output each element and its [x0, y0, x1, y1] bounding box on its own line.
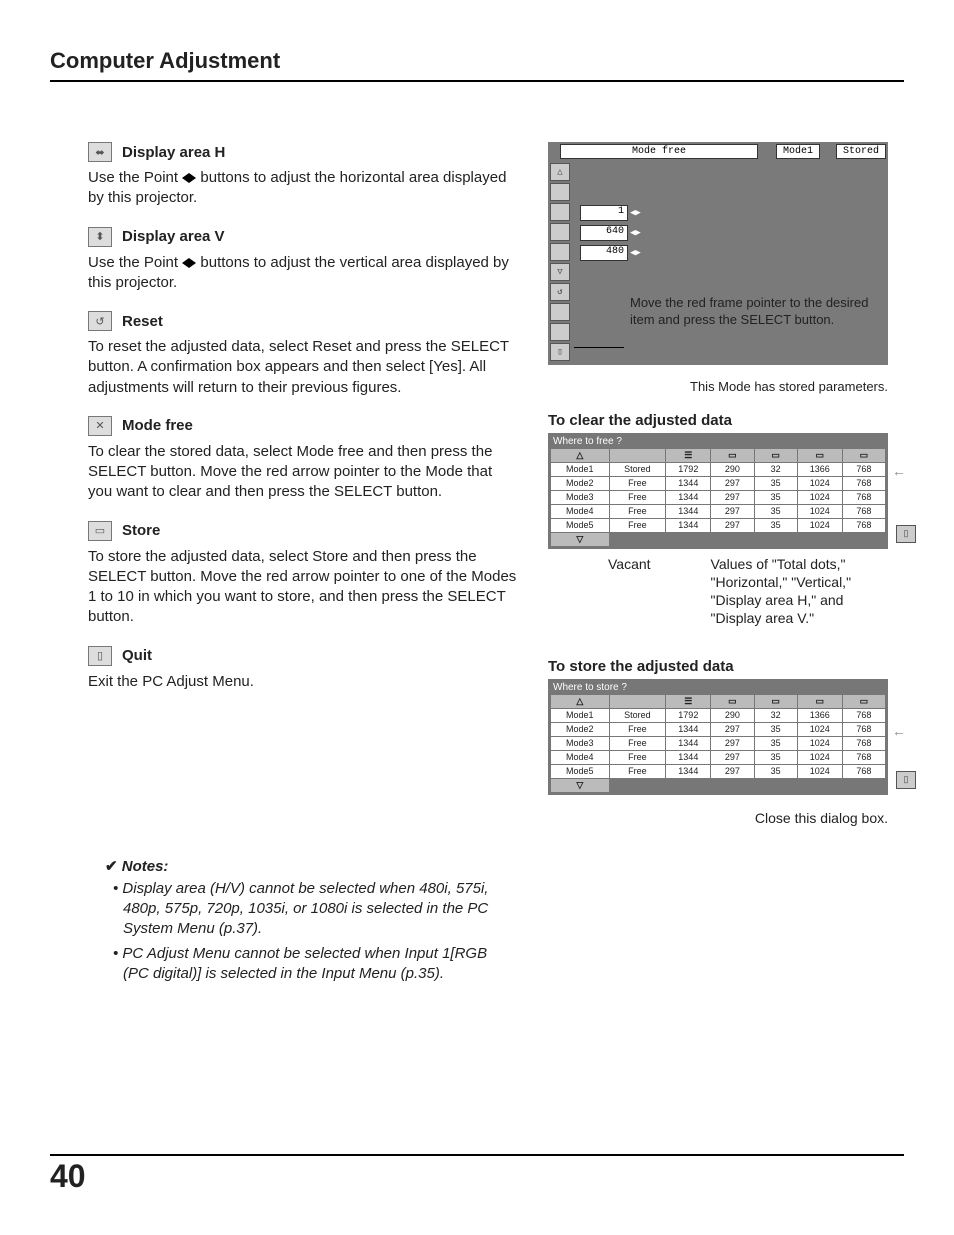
adjust-arrows-icon[interactable]: ◀▶: [630, 228, 641, 238]
section-body: Use the Point buttons to adjust the vert…: [88, 253, 518, 294]
clear-heading: To clear the adjusted data: [548, 412, 888, 429]
menu-sidebar: △ ▽ ↺ ▯: [548, 161, 572, 365]
callout-values: Values of "Total dots," "Horizontal," "V…: [711, 555, 871, 628]
display-area-v-icon[interactable]: [550, 243, 570, 261]
pointer-arrow-icon: ←: [892, 723, 906, 739]
table-row[interactable]: Mode4Free1344297351024768: [551, 750, 886, 764]
mode-free-icon[interactable]: [550, 303, 570, 321]
mode-free-icon: ✕: [88, 416, 112, 436]
page-title: Computer Adjustment: [0, 0, 954, 80]
section-body: To reset the adjusted data, select Reset…: [88, 337, 518, 398]
adjust-arrows-icon[interactable]: ◀▶: [630, 248, 641, 258]
mode-table: △☰▭▭▭▭ Mode1Stored1792290321366768 Mode2…: [550, 694, 886, 793]
where-to-store-dialog: Where to store ? △☰▭▭▭▭ Mode1Stored17922…: [548, 679, 888, 795]
pointer-arrow-icon: ←: [892, 463, 906, 479]
reset-icon[interactable]: ↺: [550, 283, 570, 301]
section-body: To clear the stored data, select Mode fr…: [88, 442, 518, 503]
table-row[interactable]: Mode1Stored1792290321366768: [551, 708, 886, 722]
pc-adjust-menu-panel: Mode free Mode1 Stored △ ▽ ↺ ▯: [548, 142, 888, 365]
tab-mode-free[interactable]: Mode free: [560, 144, 758, 159]
scroll-up-icon[interactable]: △: [551, 448, 610, 462]
section-body: Use the Point buttons to adjust the hori…: [88, 168, 518, 209]
store-icon: ▭: [88, 521, 112, 541]
page-number: 40: [50, 1156, 904, 1195]
table-row[interactable]: Mode3Free1344297351024768: [551, 736, 886, 750]
quit-icon[interactable]: ▯: [896, 525, 916, 543]
triangle-left-icon: [182, 173, 189, 183]
table-row[interactable]: Mode3Free1344297351024768: [551, 490, 886, 504]
display-area-v-icon: ⬍: [88, 227, 112, 247]
section-title: Reset: [122, 313, 163, 330]
section-title: Quit: [122, 647, 152, 664]
value-field[interactable]: 480: [580, 245, 628, 261]
display-area-h-icon[interactable]: [550, 223, 570, 241]
value-field[interactable]: 640: [580, 225, 628, 241]
scroll-up-icon[interactable]: △: [550, 163, 570, 181]
dialog-title: Where to free ?: [550, 435, 886, 448]
section-title: Display area H: [122, 144, 225, 161]
table-row[interactable]: Mode5Free1344297351024768: [551, 518, 886, 532]
section-body: Exit the PC Adjust Menu.: [88, 672, 518, 692]
note-item: Display area (H/V) cannot be selected wh…: [123, 879, 490, 940]
section-title: Mode free: [122, 417, 193, 434]
note-item: PC Adjust Menu cannot be selected when I…: [123, 944, 490, 985]
stored-mode-note: This Mode has stored parameters.: [548, 371, 888, 398]
quit-icon[interactable]: ▯: [550, 343, 570, 361]
store-icon[interactable]: [550, 323, 570, 341]
table-row[interactable]: Mode4Free1344297351024768: [551, 504, 886, 518]
tab-stored[interactable]: Stored: [836, 144, 886, 159]
store-heading: To store the adjusted data: [548, 658, 888, 675]
scroll-down-icon[interactable]: ▽: [550, 263, 570, 281]
adjust-arrows-icon[interactable]: ◀▶: [630, 208, 641, 218]
table-row[interactable]: Mode2Free1344297351024768: [551, 476, 886, 490]
table-row[interactable]: Mode2Free1344297351024768: [551, 722, 886, 736]
scroll-up-icon[interactable]: △: [551, 694, 610, 708]
section-body: To store the adjusted data, select Store…: [88, 547, 518, 628]
callout-vacant: Vacant: [608, 555, 651, 628]
section-title: Display area V: [122, 228, 225, 245]
panel-note-text: Move the red frame pointer to the desire…: [580, 295, 880, 329]
right-column: Mode free Mode1 Stored △ ▽ ↺ ▯: [548, 142, 888, 827]
value-field[interactable]: 1: [580, 205, 628, 221]
notes-heading: Notes:: [105, 857, 490, 875]
tab-mode1[interactable]: Mode1: [776, 144, 820, 159]
triangle-left-icon: [182, 258, 189, 268]
menu-item-icon[interactable]: [550, 203, 570, 221]
where-to-free-dialog: Where to free ? △☰▭▭▭▭ Mode1Stored179229…: [548, 433, 888, 549]
page-footer: 40: [50, 1154, 904, 1195]
notes-block: Notes: Display area (H/V) cannot be sele…: [0, 827, 540, 984]
left-column: ⬌ Display area H Use the Point buttons t…: [88, 142, 518, 827]
dialog-title: Where to store ?: [550, 681, 886, 694]
scroll-down-icon[interactable]: ▽: [551, 532, 610, 546]
quit-icon[interactable]: ▯: [896, 771, 916, 789]
scroll-down-icon[interactable]: ▽: [551, 778, 610, 792]
menu-item-icon[interactable]: [550, 183, 570, 201]
display-area-h-icon: ⬌: [88, 142, 112, 162]
table-row[interactable]: Mode1Stored1792290321366768: [551, 462, 886, 476]
quit-icon: ▯: [88, 646, 112, 666]
section-title: Store: [122, 522, 160, 539]
mode-table: △☰▭▭▭▭ Mode1Stored1792290321366768 Mode2…: [550, 448, 886, 547]
callout-close-dialog: Close this dialog box.: [548, 809, 888, 827]
table-row[interactable]: Mode5Free1344297351024768: [551, 764, 886, 778]
reset-icon: ↺: [88, 311, 112, 331]
